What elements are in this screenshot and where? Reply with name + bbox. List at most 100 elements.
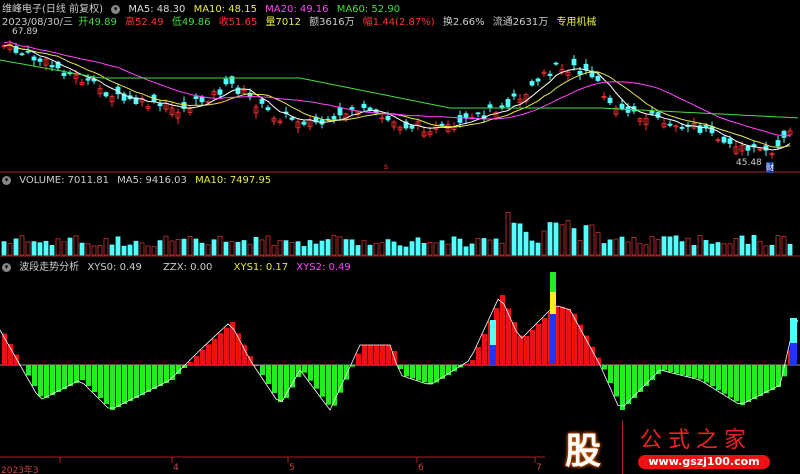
indicator-bar <box>140 365 145 395</box>
indicator-bar <box>326 365 331 405</box>
indicator-bar <box>428 365 433 385</box>
indicator-bar <box>32 365 37 386</box>
volume-bar <box>643 244 649 256</box>
candlestick <box>619 103 625 110</box>
indicator-bar <box>740 365 745 405</box>
indicator-bar <box>386 345 391 365</box>
indicator-bar <box>188 362 193 365</box>
volume-bar <box>649 236 655 256</box>
volume-bar <box>145 245 151 256</box>
indicator-bar <box>476 347 481 365</box>
volume-bar <box>787 243 793 256</box>
indicator-bar <box>314 365 319 389</box>
indicator-bar <box>122 365 127 404</box>
candlestick <box>337 107 343 116</box>
indicator-bar <box>380 345 385 365</box>
indicator-bar <box>620 365 625 410</box>
volume-bar <box>13 238 19 256</box>
indicator-bar <box>680 365 685 375</box>
volume-bar <box>337 236 343 256</box>
indicator-bar <box>368 345 373 365</box>
indicator-bar <box>224 327 229 365</box>
axis-label: 7 <box>536 463 542 473</box>
volume-bar <box>25 241 31 256</box>
volume-bar <box>61 241 67 256</box>
chart-canvas[interactable] <box>0 0 800 474</box>
indicator-bar <box>104 365 109 404</box>
volume-bar <box>577 240 583 256</box>
candlestick <box>463 113 469 119</box>
candlestick <box>577 70 583 75</box>
volume-bar <box>385 239 391 256</box>
indicator-bar <box>578 324 583 365</box>
indicator-bar <box>134 365 139 398</box>
indicator-bar <box>722 365 727 394</box>
candlestick <box>103 92 109 97</box>
candlestick <box>193 96 199 99</box>
indicator-bar <box>422 365 427 383</box>
indicator-bar <box>524 336 529 365</box>
indicator-bar <box>656 365 661 374</box>
volume-bar <box>433 242 439 256</box>
candlestick <box>385 116 391 121</box>
volume-bar <box>181 238 187 256</box>
volume-bar <box>319 240 325 256</box>
volume-bar <box>121 245 127 256</box>
price-low-label: 45.48 <box>736 158 762 168</box>
watermark-logo: 股 公式之家 www.gszj100.com <box>560 420 800 474</box>
indicator-bar <box>86 365 91 386</box>
volume-bar <box>199 242 205 256</box>
finance-marker[interactable]: 财 <box>766 162 774 173</box>
volume-bar <box>457 238 463 256</box>
collapse-icon[interactable]: ▾ <box>2 175 11 185</box>
volume-bar <box>619 236 625 256</box>
volume-bar <box>469 243 475 256</box>
volume-bar <box>31 241 37 256</box>
volume-bar <box>517 223 523 256</box>
indicator-bar <box>410 365 415 379</box>
indicator-bar <box>404 365 409 377</box>
indicator-bar <box>506 308 511 365</box>
indicator-name: 波段走势分析 <box>19 262 80 273</box>
candlestick <box>349 107 355 110</box>
candlestick <box>475 112 481 115</box>
volume-bar <box>571 228 577 256</box>
indicator-bar <box>128 365 133 401</box>
volume-bar <box>289 242 295 256</box>
volume-bar <box>115 236 121 256</box>
volume-bar <box>271 245 277 256</box>
candlestick <box>505 99 511 107</box>
indicator-bar <box>110 365 115 410</box>
candlestick <box>19 53 25 56</box>
candlestick <box>727 138 733 144</box>
volume-bar <box>505 212 511 256</box>
indicator-bar <box>644 365 649 386</box>
volume-value: VOLUME: 7011.81 <box>19 175 109 186</box>
indicator-bar <box>8 344 13 365</box>
volume-bar <box>745 243 751 256</box>
indicator-bar <box>338 365 343 393</box>
candlestick <box>367 107 373 111</box>
volume-bar <box>421 242 427 256</box>
volume-bar <box>331 235 337 256</box>
volume-bar <box>769 244 775 256</box>
volume-bar <box>313 243 319 256</box>
indicator-bar <box>242 344 247 365</box>
volume-bar <box>607 239 613 256</box>
volume-bar <box>781 236 787 256</box>
indicator-bar <box>362 345 367 365</box>
indicator-bar <box>374 345 379 365</box>
volume-bar <box>379 242 385 256</box>
indicator-bar <box>452 365 457 372</box>
volume-bar <box>613 238 619 256</box>
volume-bar <box>667 236 673 256</box>
volume-bar <box>229 241 235 256</box>
collapse-icon[interactable]: ▾ <box>2 262 11 272</box>
volume-bar <box>589 224 595 256</box>
volume-bar <box>43 240 49 256</box>
volume-bar <box>691 245 697 256</box>
indicator-bar <box>92 365 97 392</box>
volume-bar <box>565 220 571 256</box>
zzx-value: ZZX: 0.00 <box>163 262 213 273</box>
volume-bar <box>97 245 103 256</box>
